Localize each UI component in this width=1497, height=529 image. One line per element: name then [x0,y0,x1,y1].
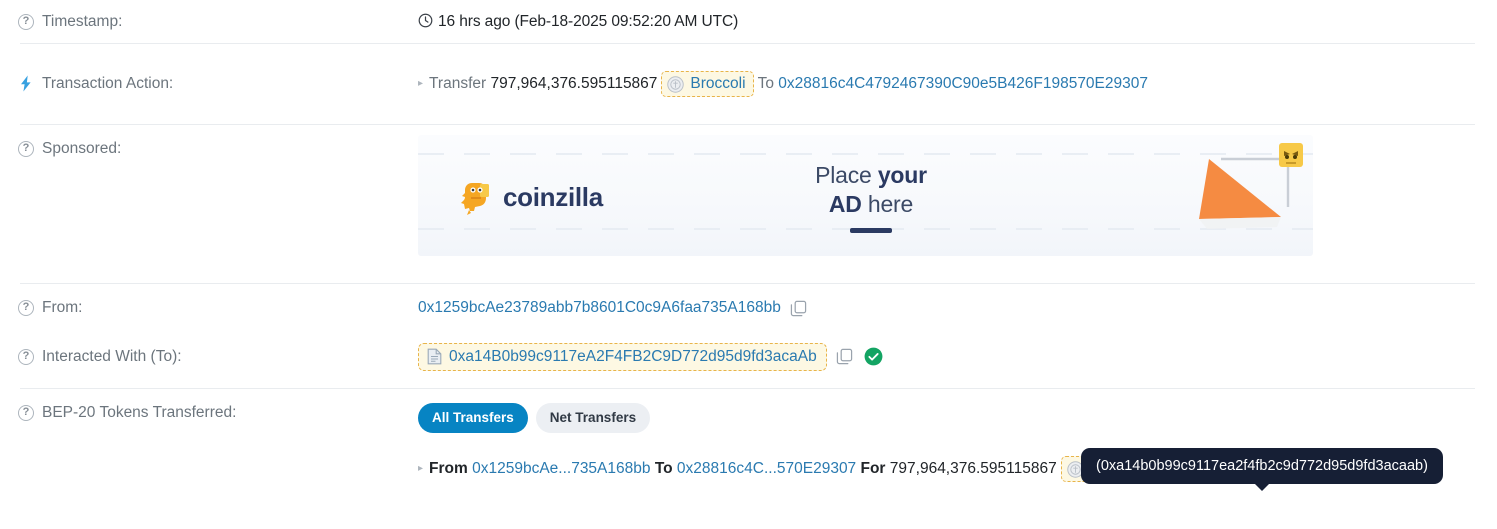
row-transaction-action: Transaction Action: ▸ Transfer 797,964,3… [0,44,1497,124]
timestamp-value: 16 hrs ago (Feb-18-2025 09:52:20 AM UTC) [438,12,739,30]
question-mark-icon[interactable]: ? [18,141,34,157]
token-name-link[interactable]: Broccoli [690,75,745,93]
ad-headline-place: Place [815,162,878,188]
ad-headline: Place your AD here [776,161,966,233]
contract-address-link[interactable]: 0xa14B0b99c9117eA2F4FB2C9D772d95d9fd3aca… [449,348,817,366]
coinzilla-brand-text: coinzilla [503,181,603,212]
from-label-cell: ? From: [0,298,418,318]
sponsored-label-cell: ? Sponsored: [0,139,418,159]
row-sponsored: ? Sponsored: coinzilla Place your AD her… [0,125,1497,277]
question-mark-icon[interactable]: ? [18,13,34,30]
ad-headline-here: here [861,191,914,217]
transfer-amount: 797,964,376.595115867 [490,75,658,92]
transaction-details-panel: ? Timestamp: 16 hrs ago (Feb-18-2025 09:… [0,0,1497,529]
timestamp-value-wrap: 16 hrs ago (Feb-18-2025 09:52:20 AM UTC) [418,13,738,30]
transfers-tab-group: All Transfers Net Transfers [418,403,1497,433]
expand-caret-icon[interactable]: ▸ [418,464,423,474]
question-mark-icon[interactable]: ? [18,300,34,316]
transfer-verb: Transfer [429,75,487,92]
copy-icon[interactable] [790,300,807,317]
transaction-action-label: Transaction Action: [42,75,174,92]
timestamp-label: Timestamp: [42,12,123,30]
green-check-icon [864,347,883,366]
copy-icon[interactable] [836,348,853,365]
orange-triangle-flag-icon [1199,143,1303,229]
interacted-with-label: Interacted With (To): [42,347,182,365]
token-circle-icon [667,75,685,93]
from-value-cell: 0x1259bcAe23789abb7b8601C0c9A6faa735A168… [418,299,1497,317]
lightning-bolt-icon [21,75,31,92]
interacted-with-address-line: 0xa14B0b99c9117eA2F4FB2C9D772d95d9fd3aca… [418,342,1497,371]
advertisement-banner[interactable]: coinzilla Place your AD here [418,135,1313,256]
interacted-with-label-cell: ? Interacted With (To): [0,347,418,367]
expand-caret-icon[interactable]: ▸ [418,79,423,89]
transfer-action-line: ▸ Transfer 797,964,376.595115867 Broccol… [418,71,1497,97]
tab-all-transfers[interactable]: All Transfers [418,403,528,433]
from-address-link[interactable]: 0x1259bcAe23789abb7b8601C0c9A6faa735A168… [418,299,781,317]
from-label: From: [42,299,83,316]
row-from: ? From: 0x1259bcAe23789abb7b8601C0c9A6fa… [0,284,1497,332]
transfer-to-address-link[interactable]: 0x28816c4C...570E29307 [677,460,856,478]
ad-headline-line-2: AD here [776,190,966,219]
timestamp-value-cell: 16 hrs ago (Feb-18-2025 09:52:20 AM UTC) [418,13,1497,31]
transfer-from-address-link[interactable]: 0x1259bcAe...735A168bb [472,460,650,478]
token-badge-broccoli[interactable]: Broccoli [661,71,754,97]
ad-underline-bar [850,228,892,233]
coinzilla-logo: coinzilla [460,177,603,217]
contract-document-icon [427,348,442,365]
address-tooltip-text: (0xa14b0b99c9117ea2f4fb2c9d772d95d9fd3ac… [1096,458,1428,474]
dinosaur-mascot-icon [461,183,489,215]
timestamp-label-cell: ? Timestamp: [0,12,418,32]
transfer-amount: 797,964,376.595115867 [889,460,1057,477]
transfer-for-word: For [860,460,886,477]
row-interacted-with: ? Interacted With (To): 0xa14B0b99c9117e… [0,332,1497,381]
from-address-line: 0x1259bcAe23789abb7b8601C0c9A6faa735A168… [418,299,1497,317]
bep20-label: BEP-20 Tokens Transferred: [42,404,237,421]
bep20-label-cell: ? BEP-20 Tokens Transferred: [0,403,418,423]
question-mark-icon[interactable]: ? [18,405,34,421]
transaction-action-label-cell: Transaction Action: [0,74,418,94]
ad-dash-line-top [418,153,1313,155]
transfer-to-word: To [757,75,774,92]
row-timestamp: ? Timestamp: 16 hrs ago (Feb-18-2025 09:… [0,0,1497,43]
ad-headline-line-1: Place your [776,161,966,190]
interacted-with-value-cell: 0xa14B0b99c9117eA2F4FB2C9D772d95d9fd3aca… [418,342,1497,371]
sponsored-value-cell: coinzilla Place your AD here [418,135,1497,256]
ad-headline-your: your [877,162,927,188]
transaction-action-value-cell: ▸ Transfer 797,964,376.595115867 Broccol… [418,71,1497,97]
contract-address-badge[interactable]: 0xa14B0b99c9117eA2F4FB2C9D772d95d9fd3aca… [418,342,827,371]
question-mark-icon[interactable]: ? [18,348,34,365]
transfer-from-word: From [429,460,468,477]
transfer-to-address-link[interactable]: 0x28816c4C4792467390C90e5B426F198570E293… [778,75,1148,93]
sponsored-label: Sponsored: [42,140,122,157]
ad-headline-ad: AD [828,191,862,217]
clock-icon [418,13,433,27]
tab-net-transfers[interactable]: Net Transfers [535,403,651,433]
transfer-to-word: To [654,460,673,477]
address-tooltip: (0xa14b0b99c9117ea2f4fb2c9d772d95d9fd3ac… [1081,448,1443,491]
